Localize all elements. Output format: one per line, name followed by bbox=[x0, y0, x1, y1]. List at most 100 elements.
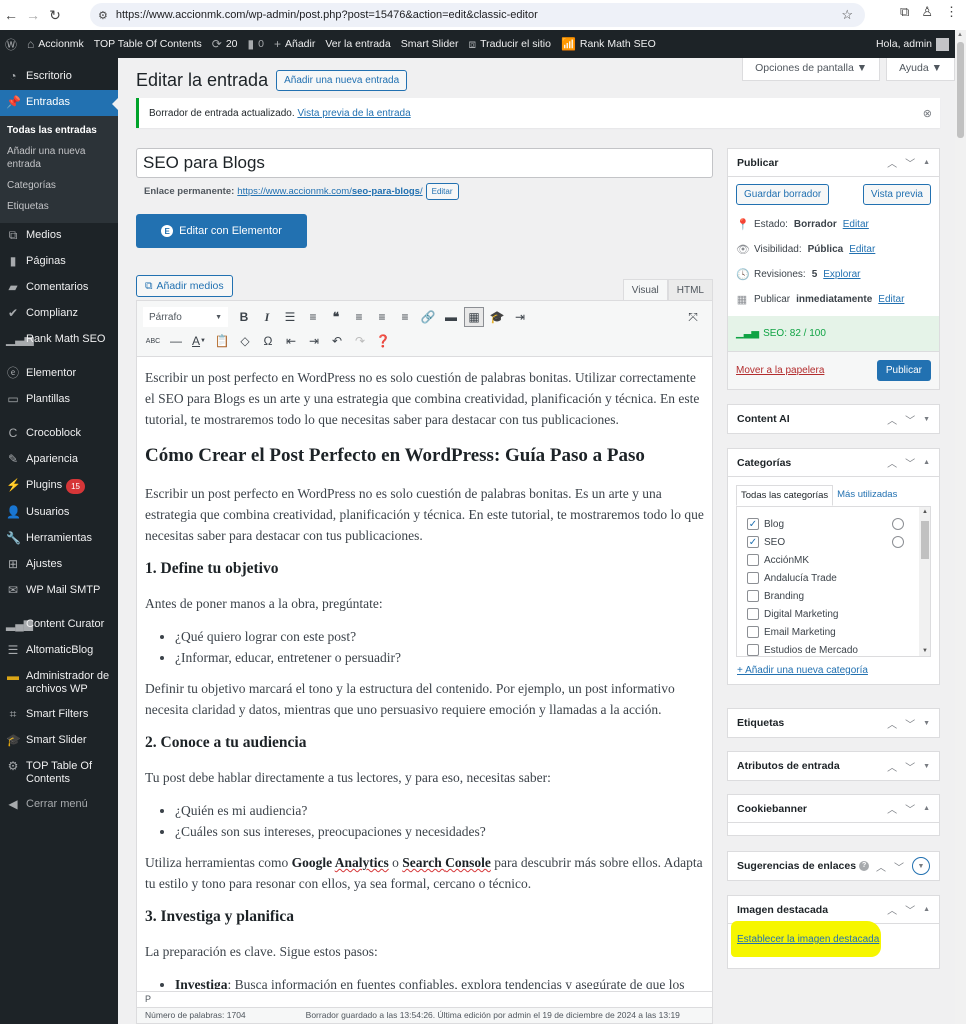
adminbar-translate[interactable]: ⧈ Traducir el sitio bbox=[464, 37, 556, 52]
category-item[interactable]: ✓ SEO bbox=[747, 533, 930, 551]
sidebar-item-complianz[interactable]: ✔ Complianz bbox=[0, 301, 118, 327]
sidebar-item-smart-slider[interactable]: 🎓 Smart Slider bbox=[0, 728, 118, 754]
submenu-add-new[interactable]: Añadir una nueva entrada bbox=[0, 141, 118, 175]
sidebar-item-plantillas[interactable]: ▭ Plantillas bbox=[0, 387, 118, 413]
category-scrollbar[interactable]: ▲ ▼ bbox=[919, 507, 930, 656]
move-up-icon[interactable]: ︿ bbox=[887, 155, 897, 170]
checkbox-checked[interactable]: ✓ bbox=[747, 536, 759, 548]
edit-permalink-button[interactable]: Editar bbox=[425, 183, 459, 200]
fullscreen-icon[interactable]: ⤧ bbox=[683, 307, 703, 327]
post-title-input[interactable] bbox=[136, 148, 713, 178]
clear-formatting-icon[interactable]: ◇ bbox=[235, 331, 255, 351]
numbered-list-icon[interactable]: ≡ bbox=[303, 307, 323, 327]
reload-icon[interactable]: ↻ bbox=[44, 7, 66, 24]
tab-most-used[interactable]: Más utilizadas bbox=[833, 485, 901, 506]
submenu-all-posts[interactable]: Todas las entradas bbox=[0, 120, 118, 141]
menu-icon[interactable]: ⋮ bbox=[945, 4, 958, 20]
profile-icon[interactable]: ♙ bbox=[921, 4, 933, 20]
scroll-down-arrow[interactable]: ▼ bbox=[922, 648, 928, 654]
submenu-tags[interactable]: Etiquetas bbox=[0, 196, 118, 217]
sidebar-item-content-curator[interactable]: ▂▄▆ Content Curator bbox=[0, 612, 118, 638]
link-icon[interactable]: 🔗 bbox=[418, 307, 438, 327]
forward-icon[interactable]: → bbox=[22, 7, 44, 23]
scroll-up-arrow[interactable]: ▲ bbox=[957, 32, 963, 38]
edit-with-elementor-button[interactable]: E Editar con Elementor bbox=[136, 214, 307, 248]
sidebar-item-plugins[interactable]: ⚡ Plugins 15 bbox=[0, 473, 118, 500]
move-down-icon[interactable]: ﹀ bbox=[905, 902, 915, 917]
element-path[interactable]: P bbox=[137, 991, 712, 1007]
extensions-icon[interactable]: ⧉ bbox=[900, 4, 909, 20]
screen-options-button[interactable]: Opciones de pantalla ▼ bbox=[742, 58, 881, 81]
move-down-icon[interactable]: ﹀ bbox=[905, 412, 915, 427]
read-more-icon[interactable]: ▬ bbox=[441, 307, 461, 327]
checkbox[interactable] bbox=[747, 554, 759, 566]
sidebar-item-crocoblock[interactable]: C Crocoblock bbox=[0, 421, 118, 447]
tab-visual[interactable]: Visual bbox=[622, 279, 668, 301]
text-color-icon[interactable]: A ▼ bbox=[189, 331, 209, 351]
move-up-icon[interactable]: ︿ bbox=[887, 759, 897, 774]
toggle-expand-icon[interactable]: ▼ bbox=[923, 763, 930, 770]
indent-icon[interactable]: ⇥ bbox=[304, 331, 324, 351]
bookmark-star-icon[interactable]: ☆ bbox=[841, 7, 853, 23]
mortarboard-icon[interactable]: 🎓 bbox=[487, 307, 507, 327]
format-select[interactable]: Párrafo ▼ bbox=[143, 307, 228, 327]
scroll-up-arrow[interactable]: ▲ bbox=[922, 509, 928, 515]
category-item[interactable]: Andalucía Trade bbox=[747, 569, 930, 587]
dismiss-notice-icon[interactable]: ⊗ bbox=[923, 107, 932, 120]
sidebar-item-rank-math[interactable]: ▁▃▅ Rank Math SEO bbox=[0, 327, 118, 353]
sidebar-item-ajustes[interactable]: ⊞ Ajustes bbox=[0, 552, 118, 578]
adminbar-site[interactable]: ⌂ Accionmk bbox=[22, 37, 89, 51]
toggle-expand-icon[interactable]: ▼ bbox=[923, 416, 930, 423]
primary-category-radio[interactable] bbox=[892, 536, 904, 548]
sidebar-item-file-manager[interactable]: ▬ Administrador de archivos WP bbox=[0, 664, 118, 702]
category-item[interactable]: Estudios de Mercado bbox=[747, 641, 930, 656]
add-category-link[interactable]: + Añadir una nueva categoría bbox=[737, 665, 868, 676]
adminbar-updates[interactable]: ⟳ 20 bbox=[207, 37, 243, 51]
sidebar-item-wp-mail-smtp[interactable]: ✉ WP Mail SMTP bbox=[0, 578, 118, 604]
category-item[interactable]: Email Marketing bbox=[747, 623, 930, 641]
toggle-expand-icon[interactable]: ▼ bbox=[923, 720, 930, 727]
align-center-icon[interactable]: ≡ bbox=[372, 307, 392, 327]
site-settings-icon[interactable]: ⚙ bbox=[98, 9, 108, 22]
sidebar-item-usuarios[interactable]: 👤 Usuarios bbox=[0, 500, 118, 526]
horizontal-line-icon[interactable]: — bbox=[166, 331, 186, 351]
collapse-menu-button[interactable]: ◀ Cerrar menú bbox=[0, 792, 118, 818]
preview-button[interactable]: Vista previa bbox=[862, 184, 931, 205]
category-item[interactable]: AcciónMK bbox=[747, 551, 930, 569]
redo-icon[interactable]: ↷ bbox=[350, 331, 370, 351]
paste-text-icon[interactable]: 📋 bbox=[212, 331, 232, 351]
help-button[interactable]: Ayuda ▼ bbox=[886, 58, 955, 81]
wp-logo[interactable]: Ⓦ bbox=[0, 36, 22, 53]
tab-all-categories[interactable]: Todas las categorías bbox=[736, 485, 834, 506]
italic-icon[interactable]: I bbox=[257, 307, 277, 327]
adminbar-rank-math[interactable]: 📶 Rank Math SEO bbox=[556, 37, 661, 51]
sidebar-item-smart-filters[interactable]: ⌗ Smart Filters bbox=[0, 702, 118, 728]
set-featured-image-link[interactable]: Establecer la imagen destacada bbox=[737, 934, 879, 945]
sidebar-item-elementor[interactable]: ⓔ Elementor bbox=[0, 361, 118, 387]
move-up-icon[interactable]: ︿ bbox=[887, 412, 897, 427]
toggle-collapse-icon[interactable]: ▲ bbox=[923, 459, 930, 466]
move-up-icon[interactable]: ︿ bbox=[887, 902, 897, 917]
sidebar-item-herramientas[interactable]: 🔧 Herramientas bbox=[0, 526, 118, 552]
move-down-icon[interactable]: ﹀ bbox=[905, 801, 915, 816]
align-right-icon[interactable]: ≡ bbox=[395, 307, 415, 327]
publish-button[interactable]: Publicar bbox=[876, 360, 931, 381]
blockquote-icon[interactable]: ❝ bbox=[326, 307, 346, 327]
bullet-list-icon[interactable]: ☰ bbox=[280, 307, 300, 327]
browse-revisions-link[interactable]: Explorar bbox=[823, 269, 860, 280]
move-up-icon[interactable]: ︿ bbox=[887, 801, 897, 816]
url-text[interactable]: https://www.accionmk.com/wp-admin/post.p… bbox=[116, 9, 538, 21]
toggle-collapse-icon[interactable]: ▲ bbox=[923, 906, 930, 913]
checkbox[interactable] bbox=[747, 644, 759, 656]
sidebar-item-toc[interactable]: ⚙ TOP Table Of Contents bbox=[0, 754, 118, 792]
tab-html[interactable]: HTML bbox=[667, 279, 713, 301]
move-up-icon[interactable]: ︿ bbox=[887, 455, 897, 470]
move-down-icon[interactable]: ﹀ bbox=[905, 155, 915, 170]
preview-post-link[interactable]: Vista previa de la entrada bbox=[297, 108, 410, 119]
move-down-icon[interactable]: ﹀ bbox=[905, 716, 915, 731]
submenu-categories[interactable]: Categorías bbox=[0, 175, 118, 196]
special-character-icon[interactable]: Ω bbox=[258, 331, 278, 351]
strikethrough-icon[interactable]: ABC bbox=[143, 331, 163, 351]
sidebar-item-apariencia[interactable]: ✎ Apariencia bbox=[0, 447, 118, 473]
toggle-expand-icon[interactable]: ▼ bbox=[912, 857, 930, 875]
